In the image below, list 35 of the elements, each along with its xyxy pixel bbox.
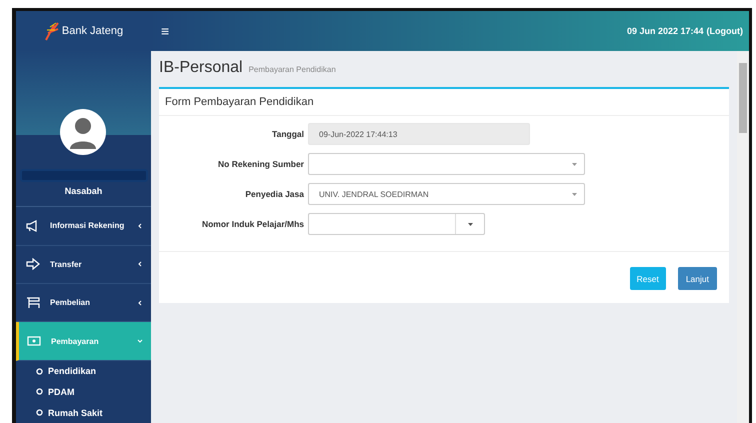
caret-icon [468, 222, 472, 226]
chevron-left-icon [137, 222, 143, 229]
logout-link[interactable]: (Logout) [706, 26, 743, 36]
field-label: Penyedia Jasa [244, 189, 304, 199]
field-label: Tanggal [271, 129, 304, 139]
select-field[interactable] [308, 153, 585, 175]
chevron-left-icon [137, 300, 143, 306]
cart-icon [26, 296, 40, 309]
logo-text: Bank Jateng [62, 24, 124, 37]
menu-toggle[interactable]: ≡ [161, 23, 170, 39]
date-field: 09-Jun-2022 17:44:13 [308, 123, 530, 145]
money-icon [27, 336, 41, 346]
user-role: Nasabah [64, 186, 102, 196]
submenu-item[interactable]: Rumah Sakit [16, 402, 151, 423]
submenu-item[interactable]: Pendidikan [16, 360, 151, 382]
scrollbar[interactable] [737, 51, 749, 423]
field-label: No Rekening Sumber [217, 159, 304, 169]
submenu-item[interactable]: PDAM [16, 382, 151, 402]
combo-field[interactable] [308, 213, 485, 235]
page-title: IB-Personal [159, 59, 243, 77]
circle-icon [36, 368, 43, 375]
circle-icon [36, 409, 43, 416]
arrow-right-icon [26, 258, 40, 270]
circle-icon [36, 388, 43, 396]
logo-icon [44, 20, 60, 41]
chevron-down-icon [137, 338, 143, 344]
datetime-text: 09 Jun 2022 17:44 [626, 26, 704, 36]
caret-icon [572, 162, 577, 166]
field-label: Nomor Induk Pelajar/Mhs [200, 219, 304, 229]
submit-button[interactable]: Lanjut [678, 267, 717, 290]
form-title: Form Pembayaran Pendidikan [159, 89, 729, 116]
select-field[interactable]: UNIV. JENDRAL SOEDIRMAN [308, 183, 585, 205]
chevron-left-icon [137, 261, 143, 268]
caret-icon [572, 192, 577, 196]
page-subtitle: Pembayaran Pendidikan [248, 65, 336, 74]
